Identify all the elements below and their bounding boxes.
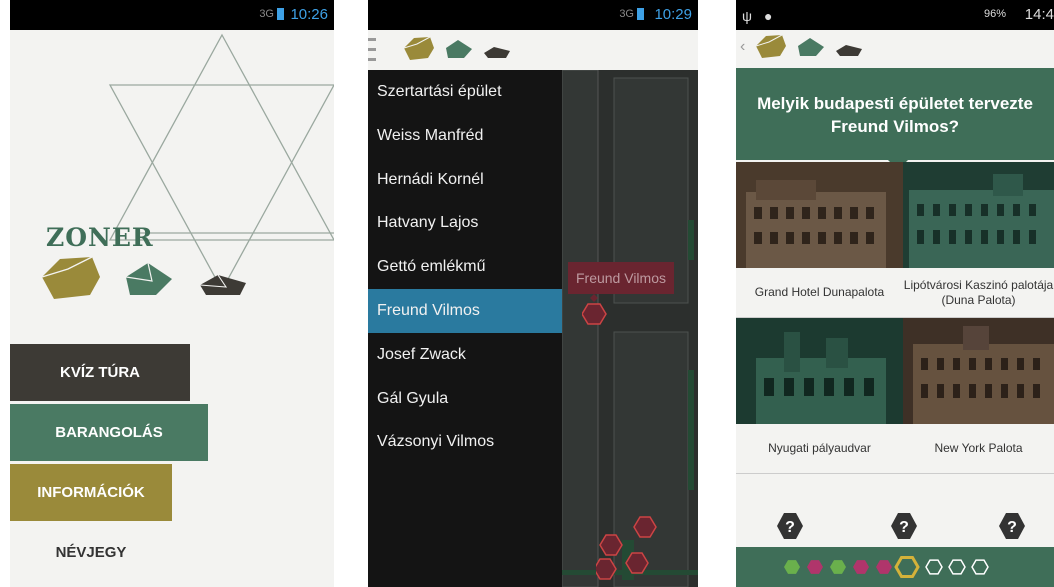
signal-icon: 3G bbox=[619, 8, 634, 20]
progress-step bbox=[876, 560, 892, 574]
explore-button[interactable]: BARANGOLÁS bbox=[10, 404, 208, 461]
drawer-item[interactable]: Weiss Manfréd bbox=[368, 114, 562, 158]
map-streets bbox=[562, 70, 698, 587]
drawer-item[interactable]: Josef Zwack bbox=[368, 333, 562, 377]
quiz-screen: ψ ● 96% 14:4 ‹ Melyik budapesti épületet… bbox=[736, 0, 1054, 587]
progress-step bbox=[894, 556, 920, 578]
gem-logo-icon bbox=[755, 34, 862, 58]
progress-hexagons bbox=[784, 556, 989, 578]
quiz-tour-button[interactable]: KVÍZ TÚRA bbox=[10, 344, 190, 401]
question-title: Melyik budapesti épületet tervezte Freun… bbox=[736, 68, 1054, 160]
answer-photo-nyugati[interactable] bbox=[736, 318, 903, 424]
drawer-item[interactable]: Vázsonyi Vilmos bbox=[368, 420, 562, 464]
battery-icon bbox=[634, 8, 644, 21]
help-hexagon-icon[interactable]: ? bbox=[890, 512, 918, 540]
drawer-item-active[interactable]: Freund Vilmos bbox=[368, 288, 562, 333]
map-screen: 3G 10:29 Szertartási épület Weiss Manfré… bbox=[368, 0, 698, 587]
help-icon-glyph: ? bbox=[785, 519, 795, 536]
map-view[interactable] bbox=[562, 70, 698, 587]
app-bar: ‹ bbox=[736, 30, 1054, 68]
answer-label[interactable]: Nyugati pályaudvar bbox=[736, 424, 903, 474]
answer-photo-grand-hotel[interactable] bbox=[736, 162, 903, 268]
status-time: 10:26 bbox=[290, 6, 328, 23]
battery-icon bbox=[274, 8, 284, 21]
help-icon-glyph: ? bbox=[1007, 519, 1017, 536]
drawer-item[interactable]: Hatvany Lajos bbox=[368, 201, 562, 245]
drawer-item[interactable]: Gettó emlékmű bbox=[368, 245, 562, 289]
help-icon-glyph: ? bbox=[899, 519, 909, 536]
map-marker-cluster-icon[interactable] bbox=[596, 515, 666, 587]
home-screen: 3G 10:26 ZONER KVÍZ TÚRA BARANGOLÁS INFO… bbox=[10, 0, 334, 587]
drawer-item[interactable]: Gál Gyula bbox=[368, 377, 562, 421]
usb-icon: ψ bbox=[742, 8, 752, 24]
gem-logo-icon bbox=[403, 36, 510, 60]
drawer-item[interactable]: Hernádi Kornél bbox=[368, 158, 562, 202]
status-bar: 3G 10:29 bbox=[368, 0, 698, 30]
help-hexagon-icon[interactable]: ? bbox=[998, 512, 1026, 540]
progress-step bbox=[971, 559, 989, 575]
map-marker-label: Freund Vilmos bbox=[568, 262, 674, 294]
status-time: 10:29 bbox=[654, 6, 692, 23]
gem-logo-icon bbox=[41, 256, 246, 299]
answer-label[interactable]: Grand Hotel Dunapalota bbox=[736, 268, 903, 318]
notification-icon: ● bbox=[764, 8, 773, 24]
map-marker-icon[interactable] bbox=[582, 292, 612, 328]
status-bar: 3G 10:26 bbox=[10, 0, 334, 30]
drawer-item[interactable]: Szertartási épület bbox=[368, 70, 562, 114]
answer-photo-lipotvarosi-kaszino[interactable] bbox=[903, 162, 1054, 268]
app-logo-text: ZONER bbox=[46, 223, 154, 252]
progress-step bbox=[830, 560, 846, 574]
progress-step bbox=[784, 560, 800, 574]
status-bar: ψ ● 96% 14:4 bbox=[736, 0, 1054, 30]
battery-percent: 96% bbox=[983, 8, 1006, 20]
answer-label[interactable]: New York Palota bbox=[903, 424, 1054, 474]
answer-label[interactable]: Lipótvárosi Kaszinó palotája (Duna Palot… bbox=[903, 268, 1054, 318]
help-hexagon-icon[interactable]: ? bbox=[776, 512, 804, 540]
progress-step bbox=[948, 559, 966, 575]
progress-step bbox=[853, 560, 869, 574]
signal-icon: 3G bbox=[259, 8, 274, 20]
progress-step bbox=[925, 559, 943, 575]
hamburger-icon[interactable] bbox=[368, 34, 380, 66]
app-bar bbox=[368, 30, 698, 70]
progress-step bbox=[807, 560, 823, 574]
status-time: 14:4 bbox=[1024, 6, 1054, 23]
navigation-drawer: Szertartási épület Weiss Manfréd Hernádi… bbox=[368, 70, 562, 587]
back-chevron-icon[interactable]: ‹ bbox=[740, 38, 745, 56]
quiz-progress-bar bbox=[736, 547, 1054, 587]
answer-photo-new-york-palota[interactable] bbox=[903, 318, 1054, 424]
information-button[interactable]: INFORMÁCIÓK bbox=[10, 464, 172, 521]
about-button[interactable]: NÉVJEGY bbox=[10, 524, 172, 581]
